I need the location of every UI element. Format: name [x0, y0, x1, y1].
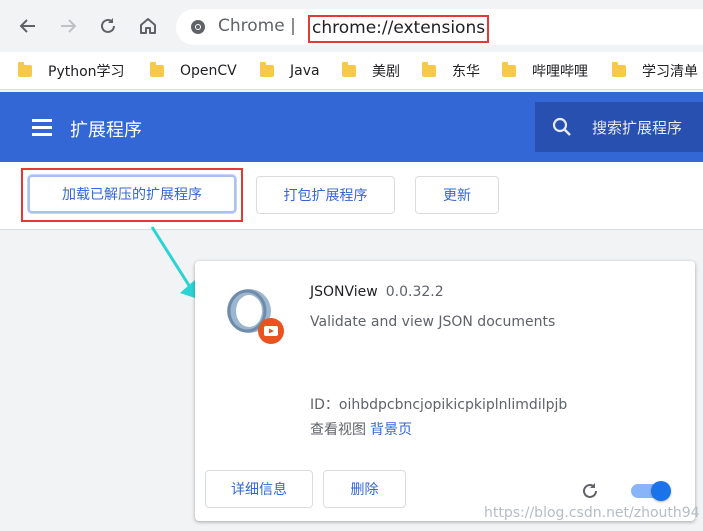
bookmark-item[interactable]: 东华: [422, 60, 480, 82]
extension-id: ID：oihbdpcbncjopikicpkiplnlimdilpjb: [310, 397, 568, 413]
reload-icon: [101, 18, 115, 33]
url-text[interactable]: chrome://extensions: [308, 15, 490, 43]
bookmark-item[interactable]: OpenCV: [150, 60, 237, 82]
browser-toolbar: Chrome | chrome://extensions: [0, 0, 703, 52]
home-icon: [140, 18, 156, 34]
bookmarks-bar: Python学习 OpenCV Java 美剧 东华 哔哩哔哩 学习清单: [0, 52, 703, 90]
pack-extension-button[interactable]: 打包扩展程序: [256, 176, 395, 214]
search-icon: [552, 117, 571, 136]
folder-icon: [260, 62, 274, 77]
extension-card: JSONView 0.0.32.2 Validate and view JSON …: [195, 261, 695, 521]
remove-button[interactable]: 删除: [323, 470, 406, 508]
folder-icon: [18, 62, 32, 77]
reload-icon[interactable]: [580, 481, 600, 501]
menu-icon[interactable]: [32, 119, 52, 136]
background-page-link[interactable]: 背景页: [370, 422, 412, 438]
reload-button[interactable]: [96, 14, 120, 38]
extensions-header: 扩展程序 搜索扩展程序: [0, 92, 703, 162]
search-input[interactable]: 搜索扩展程序: [535, 102, 703, 152]
site-label: Chrome |: [218, 16, 296, 36]
bookmark-item[interactable]: 美剧: [342, 60, 400, 82]
folder-icon: [612, 62, 626, 77]
folder-icon: [150, 62, 164, 77]
forward-button[interactable]: [56, 14, 80, 38]
details-button[interactable]: 详细信息: [205, 470, 313, 508]
folder-icon: [342, 62, 356, 77]
enable-toggle[interactable]: [631, 481, 671, 501]
inspect-views: 查看视图 背景页: [310, 422, 412, 438]
back-button[interactable]: [16, 14, 40, 38]
highlight-box: [21, 168, 243, 222]
bookmark-item[interactable]: 哔哩哔哩: [502, 60, 588, 82]
jsonview-icon: [227, 289, 284, 344]
extension-version: 0.0.32.2: [385, 284, 444, 300]
arrow-right-icon: [61, 19, 77, 33]
update-button[interactable]: 更新: [415, 176, 499, 214]
address-bar[interactable]: Chrome | chrome://extensions: [176, 9, 703, 45]
folder-icon: [422, 62, 436, 77]
bookmark-item[interactable]: Java: [260, 60, 320, 82]
arrow-left-icon: [19, 19, 35, 33]
bookmark-item[interactable]: 学习清单: [612, 60, 698, 82]
search-placeholder: 搜索扩展程序: [592, 119, 683, 137]
chrome-icon: [191, 20, 205, 34]
folder-icon: [502, 62, 516, 77]
home-button[interactable]: [136, 14, 160, 38]
extension-description: Validate and view JSON documents: [310, 314, 556, 330]
page-title: 扩展程序: [70, 120, 142, 141]
extension-name: JSONView 0.0.32.2: [310, 284, 444, 300]
watermark: https://blog.csdn.net/zhouth94: [484, 505, 700, 521]
bookmark-item[interactable]: Python学习: [18, 60, 125, 82]
